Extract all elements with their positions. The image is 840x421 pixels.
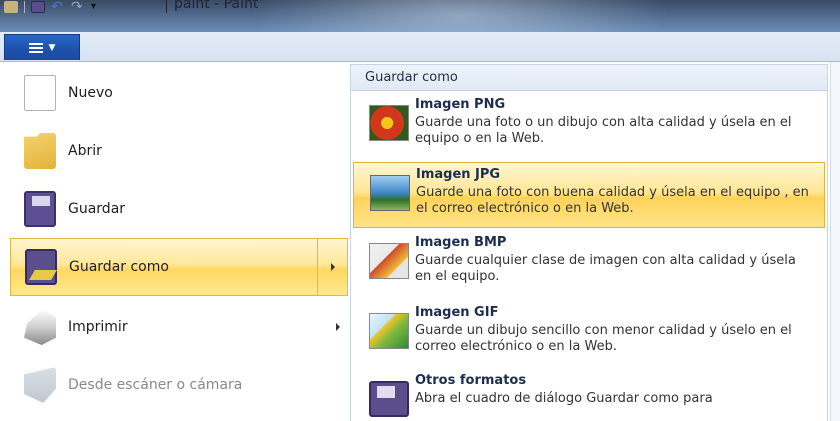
ribbon-tab-row: ▼ [0,32,840,62]
save-floppy-icon [24,191,56,227]
menu-item-save-as[interactable]: Guardar como [10,238,348,296]
save-as-submenu-button[interactable] [317,239,347,295]
format-description: Guarde una foto con buena calidad y úsel… [416,185,809,216]
quick-access-toolbar: ↶ ↷ ▾ [4,0,105,14]
bmp-image-icon [369,243,409,279]
format-title: Imagen JPG [416,167,501,182]
menu-item-label: Desde escáner o cámara [68,377,243,393]
title-bar: ↶ ↷ ▾ paint - Paint [0,0,840,32]
window-title: paint - Paint [174,0,259,12]
menu-item-new[interactable]: Nuevo [10,64,348,122]
format-title: Otros formatos [415,373,527,388]
redo-icon[interactable]: ↷ [71,0,85,14]
menu-item-save[interactable]: Guardar [10,180,348,238]
menu-item-label: Guardar como [69,259,169,275]
file-menu-commands: Nuevo Abrir Guardar Guardar como Imprimi… [10,62,348,421]
format-description: Guarde un dibujo sencillo con menor cali… [415,323,792,354]
customize-toolbar-chevron-icon[interactable]: ▾ [91,1,105,13]
menu-item-open[interactable]: Abrir [10,122,348,180]
menu-item-print[interactable]: Imprimir [10,298,348,356]
save-as-submenu: Guardar como Imagen PNG Guarde una foto … [350,64,828,421]
printer-icon [24,309,56,345]
format-title: Imagen GIF [415,305,499,320]
menu-item-label: Nuevo [68,85,113,101]
gif-image-icon [369,313,409,349]
menu-icon [28,42,43,53]
other-formats-icon [369,381,409,417]
png-image-icon [369,105,409,141]
open-folder-icon [24,133,56,169]
new-document-icon [24,75,56,111]
submenu-header: Guardar como [351,65,827,91]
submenu-arrow-icon [330,263,335,271]
chevron-down-icon: ▼ [48,42,56,53]
scanner-icon [24,367,56,403]
menu-item-label: Abrir [68,143,102,159]
menu-item-label: Guardar [68,201,126,217]
file-menu-panel: Nuevo Abrir Guardar Guardar como Imprimi… [0,62,840,421]
save-as-gif[interactable]: Imagen GIF Guarde un dibujo sencillo con… [353,301,825,367]
jpg-image-icon [370,175,410,211]
format-description: Abra el cuadro de diálogo Guardar como p… [415,391,713,406]
format-title: Imagen PNG [415,97,506,112]
file-menu-button[interactable]: ▼ [4,34,80,60]
submenu-arrow-icon [336,323,340,331]
save-as-bmp[interactable]: Imagen BMP Guarde cualquier clase de ima… [353,231,825,297]
menu-item-from-scanner: Desde escáner o cámara [10,356,348,414]
toolbar-divider [24,1,25,13]
save-as-jpg[interactable]: Imagen JPG Guarde una foto con buena cal… [353,162,825,228]
menu-item-label: Imprimir [68,319,128,335]
format-description: Guarde cualquier clase de imagen con alt… [415,253,796,284]
quick-save-icon[interactable] [31,1,45,13]
format-description: Guarde una foto o un dibujo con alta cal… [415,115,792,146]
undo-icon[interactable]: ↶ [51,0,65,14]
paint-app-icon[interactable] [4,1,18,13]
save-as-png[interactable]: Imagen PNG Guarde una foto o un dibujo c… [353,93,825,159]
ribbon-edge [830,62,840,421]
title-divider [166,0,167,13]
format-title: Imagen BMP [415,235,507,250]
save-as-icon [25,249,57,285]
save-as-other-formats[interactable]: Otros formatos Abra el cuadro de diálogo… [353,369,825,421]
